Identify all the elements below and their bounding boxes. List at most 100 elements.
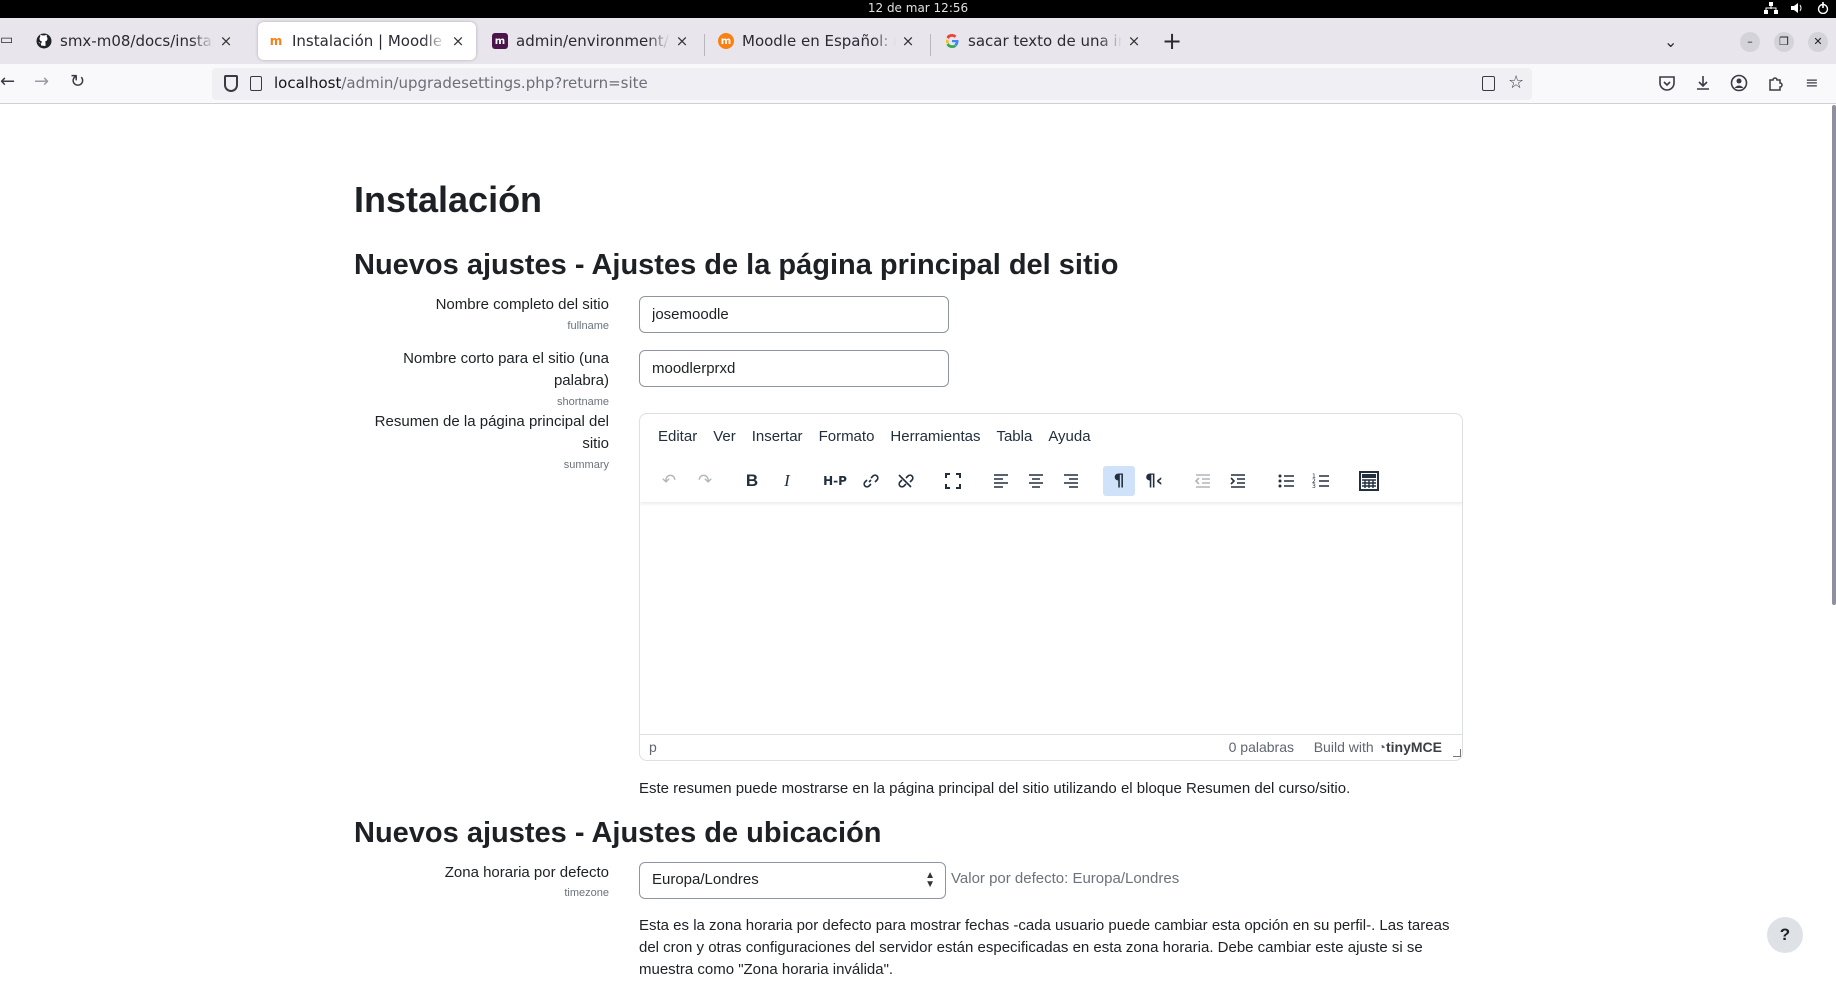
h5p-icon[interactable]: H-P: [819, 466, 851, 496]
close-tab-icon[interactable]: ×: [450, 32, 466, 50]
summary-label: Resumen de la página principal del sitio: [349, 411, 609, 455]
page-title: Instalación: [354, 179, 543, 220]
link-icon[interactable]: [854, 466, 886, 496]
bold-icon[interactable]: B: [736, 466, 768, 496]
forward-arrow-icon[interactable]: →: [34, 72, 49, 92]
numbered-list-icon[interactable]: 123: [1305, 466, 1337, 496]
url-text[interactable]: localhost/admin/upgradesettings.php?retu…: [274, 74, 648, 92]
fullscreen-icon[interactable]: [937, 466, 969, 496]
timezone-label: Zona horaria por defecto: [444, 864, 609, 881]
tab-google-search[interactable]: sacar texto de una image ×: [934, 22, 1152, 60]
tab-title: sacar texto de una image: [968, 32, 1122, 50]
close-tab-icon[interactable]: ×: [1126, 32, 1142, 50]
outdent-icon[interactable]: [1187, 466, 1219, 496]
redo-icon[interactable]: ↷: [689, 466, 721, 496]
undo-icon[interactable]: ↶: [653, 466, 685, 496]
brand-prefix: Build with: [1313, 739, 1374, 755]
timezone-help-line2: del cron y otras configuraciones del ser…: [639, 939, 1423, 956]
minimize-window-button[interactable]: –: [1740, 32, 1760, 52]
restore-window-button[interactable]: ❐: [1774, 32, 1794, 52]
os-top-bar: 12 de mar 12:56: [0, 0, 1836, 18]
extensions-puzzle-icon[interactable]: [1767, 74, 1785, 92]
menu-tabla[interactable]: Tabla: [988, 424, 1040, 449]
google-icon: [944, 33, 960, 49]
summary-label-line1: Resumen de la página principal del: [374, 413, 609, 430]
timezone-help-line3: muestra como "Zona horaria inválida".: [639, 961, 894, 978]
menu-ver[interactable]: Ver: [705, 424, 744, 449]
bullet-list-icon[interactable]: [1270, 466, 1302, 496]
close-tab-icon[interactable]: ×: [900, 32, 916, 50]
close-tab-icon[interactable]: ×: [218, 32, 234, 50]
menu-editar[interactable]: Editar: [650, 424, 705, 449]
summary-help-text: Este resumen puede mostrarse en la págin…: [639, 780, 1351, 797]
close-window-button[interactable]: ✕: [1808, 32, 1828, 52]
ltr-paragraph-icon[interactable]: ¶: [1103, 466, 1135, 496]
reader-view-icon[interactable]: [1482, 76, 1495, 91]
menu-ayuda[interactable]: Ayuda: [1040, 424, 1098, 449]
list-all-tabs-chevron-icon[interactable]: ⌄: [1664, 32, 1677, 51]
tracking-protection-shield-icon[interactable]: [224, 75, 238, 92]
rtl-paragraph-icon[interactable]: ¶‹: [1138, 466, 1170, 496]
tab-separator: [930, 34, 931, 56]
sidebar-toggle-icon[interactable]: ▭: [0, 32, 13, 48]
url-host: localhost: [274, 74, 342, 92]
italic-icon[interactable]: I: [771, 466, 803, 496]
pocket-icon[interactable]: [1658, 74, 1676, 92]
bookmark-star-icon[interactable]: ☆: [1508, 72, 1524, 93]
timezone-help-text: Esta es la zona horaria por defecto para…: [639, 915, 1449, 981]
page-info-icon[interactable]: [250, 76, 262, 91]
resize-handle-icon[interactable]: [1453, 749, 1461, 757]
back-arrow-icon[interactable]: ←: [0, 72, 15, 92]
moodle-org-icon: m: [718, 33, 734, 49]
editor-content-area[interactable]: [640, 504, 1462, 724]
select-caret-icon: ▲ ▼: [925, 870, 935, 890]
os-clock[interactable]: 12 de mar 12:56: [0, 1, 1836, 15]
scrollbar-thumb[interactable]: [1832, 105, 1836, 605]
tab-title: Moodle en Español: mood: [742, 32, 896, 50]
tinymce-logo-icon: ◔: [1377, 739, 1386, 755]
unlink-icon[interactable]: [889, 466, 921, 496]
close-tab-icon[interactable]: ×: [674, 32, 690, 50]
page-content: Instalación Nuevos ajustes - Ajustes de …: [0, 105, 1836, 988]
element-path[interactable]: p: [649, 739, 657, 755]
system-tray[interactable]: [1764, 2, 1830, 15]
tab-instalacion-moodle[interactable]: m Instalación | Moodle ×: [258, 22, 476, 60]
tab-admin-environment[interactable]: m admin/environment/custom ×: [482, 22, 700, 60]
volume-icon[interactable]: [1790, 2, 1804, 14]
word-count[interactable]: 0 palabras: [1229, 739, 1294, 755]
navigation-bar: ← → ↻ localhost/admin/upgradesettings.ph…: [0, 64, 1836, 104]
indent-icon[interactable]: [1222, 466, 1254, 496]
network-icon[interactable]: [1764, 2, 1778, 14]
shortname-label-line2: palabra): [553, 372, 609, 389]
help-button[interactable]: ?: [1767, 917, 1803, 953]
app-menu-hamburger-icon[interactable]: ≡: [1803, 74, 1821, 92]
new-tab-button[interactable]: +: [1162, 29, 1182, 53]
tab-moodle-espanol[interactable]: m Moodle en Español: mood ×: [708, 22, 926, 60]
timezone-select[interactable]: Europa/Londres ▲ ▼: [639, 862, 946, 899]
tab-github-docs[interactable]: smx-m08/docs/installacio ×: [26, 22, 244, 60]
timezone-selected-value: Europa/Londres: [652, 871, 759, 888]
align-right-icon[interactable]: [1055, 466, 1087, 496]
timezone-setting-name: timezone: [564, 887, 609, 899]
url-path: /admin/upgradesettings.php?return=site: [341, 74, 648, 92]
summary-setting-name: summary: [563, 459, 609, 471]
menu-insertar[interactable]: Insertar: [744, 424, 811, 449]
shortname-setting-name: shortname: [557, 396, 609, 408]
align-center-icon[interactable]: [1020, 466, 1052, 496]
align-left-icon[interactable]: [985, 466, 1017, 496]
menu-herramientas[interactable]: Herramientas: [882, 424, 988, 449]
calculator-equation-icon[interactable]: [1353, 466, 1385, 496]
downloads-icon[interactable]: [1694, 74, 1712, 92]
tinymce-branding[interactable]: Build with ◔tinyMCE: [1314, 739, 1442, 755]
section-title-front-page: Nuevos ajustes - Ajustes de la página pr…: [354, 249, 1119, 281]
power-icon[interactable]: [1816, 2, 1830, 15]
account-icon[interactable]: [1730, 74, 1748, 92]
menu-formato[interactable]: Formato: [811, 424, 883, 449]
fullname-input[interactable]: [639, 296, 949, 333]
section-title-location: Nuevos ajustes - Ajustes de ubicación: [354, 817, 882, 849]
address-bar[interactable]: localhost/admin/upgradesettings.php?retu…: [212, 68, 1532, 100]
shortname-input[interactable]: [639, 350, 949, 387]
reload-icon[interactable]: ↻: [70, 72, 85, 92]
editor-menubar: Editar Ver Insertar Formato Herramientas…: [650, 424, 1099, 449]
github-icon: [36, 33, 52, 49]
